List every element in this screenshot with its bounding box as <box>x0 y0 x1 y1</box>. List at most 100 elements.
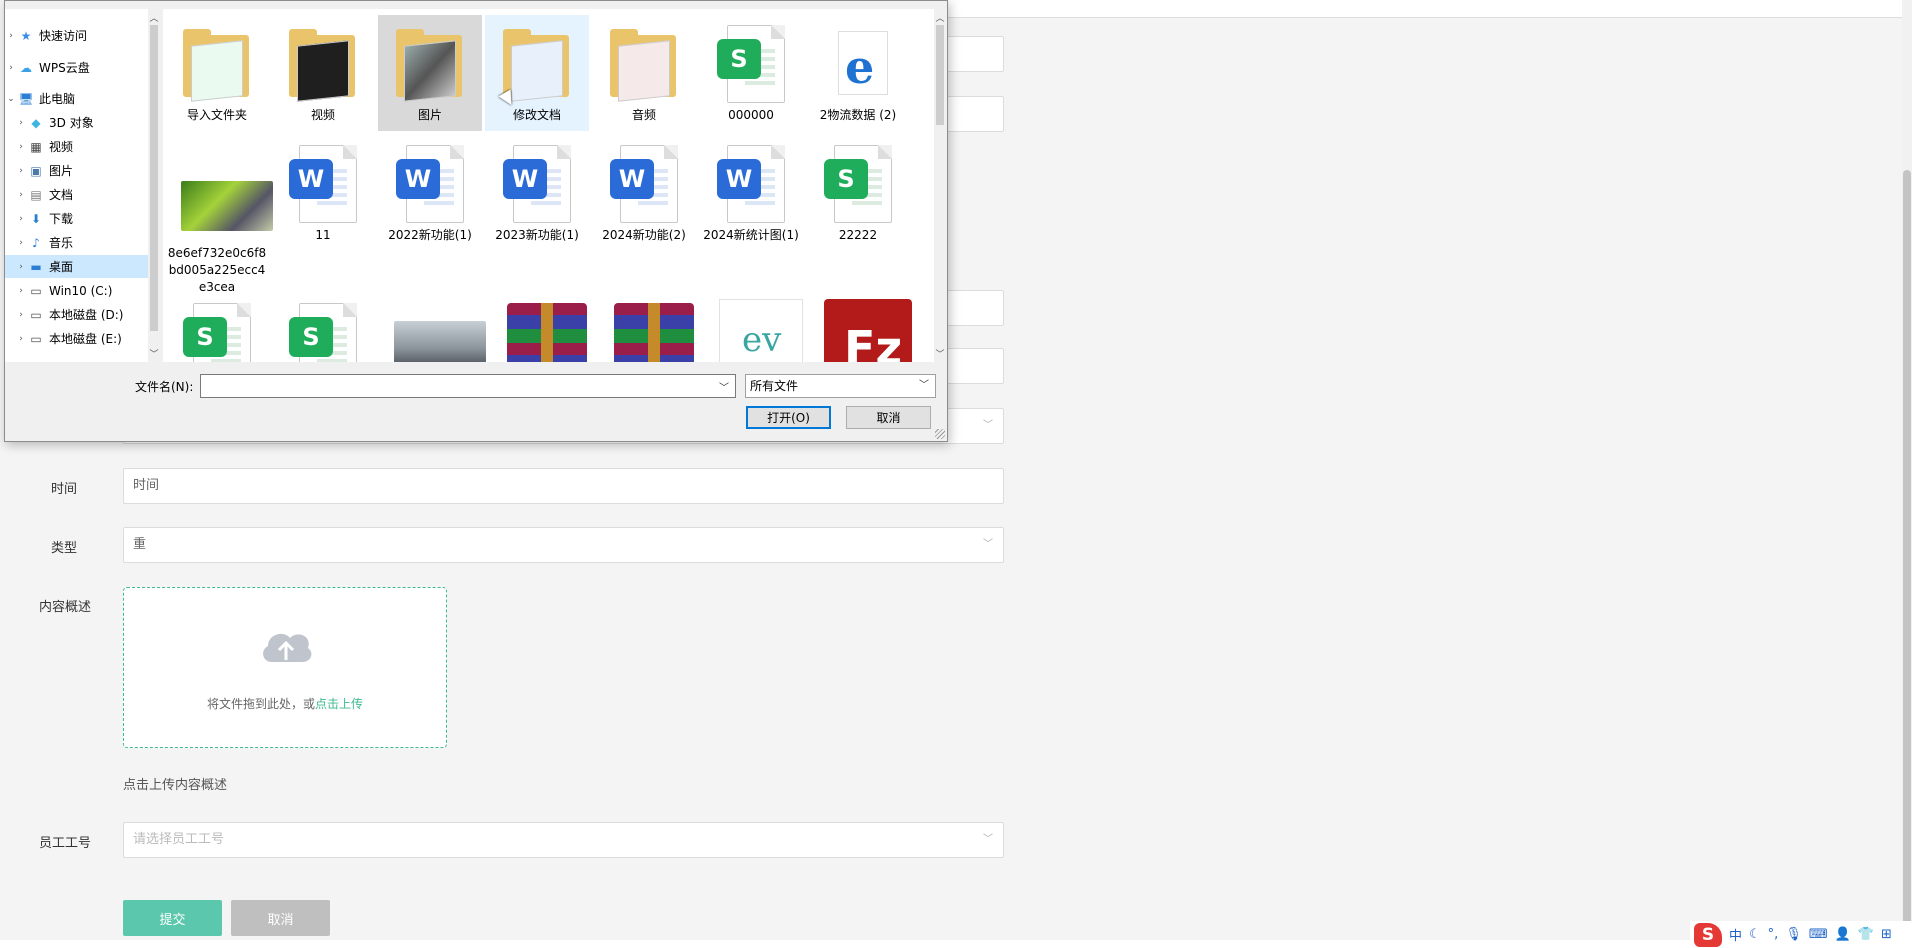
file-item-2022-features[interactable]: W 2022新功能(1) <box>378 135 482 255</box>
nav-item-drive-c[interactable]: › ▭ Win10 (C:) <box>5 279 148 302</box>
form-input-2[interactable] <box>946 96 1004 132</box>
chevron-down-icon[interactable]: ﹀ <box>919 375 929 397</box>
microphone-icon[interactable]: 🎙 <box>1785 927 1802 942</box>
chevron-right-icon[interactable]: › <box>5 63 17 73</box>
chevron-right-icon[interactable]: › <box>15 142 27 152</box>
time-label: 时间 <box>51 482 78 497</box>
form-cancel-button[interactable]: 取消 <box>231 900 330 936</box>
file-list-scroll-thumb[interactable] <box>936 25 944 125</box>
file-item-videos-folder[interactable]: 视频 <box>271 15 375 131</box>
filetype-select[interactable]: 所有文件 ﹀ <box>745 374 936 398</box>
nav-item-drive-d[interactable]: › ▭ 本地磁盘 (D:) <box>5 303 148 326</box>
file-item-000000[interactable]: S 000000 <box>699 15 803 131</box>
time-input[interactable]: 时间 <box>123 468 1004 504</box>
scroll-down-icon[interactable]: ﹀ <box>148 347 160 360</box>
nav-item-videos[interactable]: › ▦ 视频 <box>5 135 148 158</box>
word-badge: W <box>717 159 761 199</box>
upload-link[interactable]: 点击上传 <box>315 697 363 711</box>
nav-scrollbar[interactable]: ︿ ﹀ <box>148 9 160 362</box>
submit-button[interactable]: 提交 <box>123 900 222 936</box>
chevron-right-icon[interactable]: › <box>15 286 27 296</box>
file-item-filezilla[interactable]: Fz <box>806 293 912 362</box>
nav-item-downloads[interactable]: › ⬇ 下载 <box>5 207 148 230</box>
drive-icon: ▭ <box>30 331 42 346</box>
chevron-right-icon[interactable]: › <box>15 310 27 320</box>
punctuation-icon[interactable]: °, <box>1768 927 1779 942</box>
nav-item-music[interactable]: › ♪ 音乐 <box>5 231 148 254</box>
filezilla-letters: Fz <box>844 321 903 362</box>
file-item-pictures-folder[interactable]: 图片 <box>378 15 482 131</box>
spreadsheet-icon: S <box>283 299 363 362</box>
chevron-right-icon[interactable]: › <box>15 238 27 248</box>
file-name: 2024新功能(2) <box>602 228 686 242</box>
nav-item-this-pc[interactable]: ⌄ 🖥 此电脑 <box>5 87 148 110</box>
nav-item-documents[interactable]: › ▤ 文档 <box>5 183 148 206</box>
folder-icon <box>283 21 363 107</box>
chevron-right-icon[interactable]: › <box>15 166 27 176</box>
nav-scroll-thumb[interactable] <box>150 25 158 331</box>
page-top-strip <box>946 0 1912 18</box>
user-icon[interactable]: 👤 <box>1835 927 1851 942</box>
edge-letter: e <box>845 40 875 94</box>
upload-hint: 点击上传内容概述 <box>123 778 228 793</box>
resize-grip[interactable] <box>935 429 945 439</box>
page-scrollbar[interactable] <box>1902 0 1912 948</box>
nav-item-3d-objects[interactable]: › ◆ 3D 对象 <box>5 111 148 134</box>
file-item-logistics-data[interactable]: e 2物流数据 (2) <box>806 15 910 131</box>
nav-item-label: 文档 <box>49 188 74 202</box>
chevron-right-icon[interactable]: › <box>15 214 27 224</box>
chevron-right-icon[interactable]: › <box>5 31 17 41</box>
file-item-2024-stats-chart[interactable]: W 2024新统计图(1) <box>699 135 803 255</box>
image-icon: ▣ <box>30 163 42 178</box>
file-item-app-logo[interactable]: ev <box>699 293 803 362</box>
winrar-archive-icon <box>497 299 587 362</box>
chevron-right-icon[interactable]: › <box>15 334 27 344</box>
chevron-down-icon[interactable]: ﹀ <box>719 379 729 394</box>
chevron-down-icon[interactable]: ⌄ <box>5 94 17 104</box>
employee-select[interactable]: 请选择员工工号 ﹀ <box>123 822 1004 858</box>
file-item-edit-docs-folder[interactable]: 修改文档 <box>485 15 589 131</box>
file-item-rar-archive-a[interactable] <box>485 293 589 362</box>
file-item-spreadsheet-a[interactable]: S <box>165 293 269 362</box>
nav-item-wps-cloud[interactable]: › ☁ WPS云盘 <box>5 56 148 79</box>
chevron-right-icon[interactable]: › <box>15 262 27 272</box>
nav-item-desktop[interactable]: › ▬ 桌面 <box>5 255 148 278</box>
file-item-image-8e6ef[interactable]: 8e6ef732e0c6f8bd005a225ecc4e3cea <box>165 135 273 294</box>
chevron-right-icon[interactable]: › <box>15 190 27 200</box>
nav-item-pictures[interactable]: › ▣ 图片 <box>5 159 148 182</box>
file-item-22222[interactable]: S 22222 <box>806 135 910 255</box>
page-scroll-thumb[interactable] <box>1903 170 1911 930</box>
form-input-1[interactable] <box>946 36 1004 72</box>
form-input-3[interactable] <box>946 290 1004 326</box>
file-item-rar-archive-b[interactable] <box>592 293 696 362</box>
type-select[interactable]: 重 ﹀ <box>123 527 1004 563</box>
file-item-2023-features[interactable]: W 2023新功能(1) <box>485 135 589 255</box>
chevron-right-icon[interactable]: › <box>15 118 27 128</box>
file-item-11[interactable]: W 11 <box>271 135 375 255</box>
file-item-car-image[interactable] <box>378 293 486 362</box>
sogou-ime-icon[interactable]: S <box>1694 922 1722 947</box>
nav-item-quick-access[interactable]: › ★ 快速访问 <box>5 24 148 47</box>
nav-item-label: 图片 <box>49 164 74 178</box>
ime-lang-indicator[interactable]: 中 <box>1729 925 1742 944</box>
scroll-up-icon[interactable]: ︿ <box>934 11 946 24</box>
file-item-import-folder[interactable]: 导入文件夹 <box>165 15 269 131</box>
file-item-spreadsheet-b[interactable]: S <box>271 293 375 362</box>
shirt-icon[interactable]: 👕 <box>1858 927 1874 942</box>
scroll-up-icon[interactable]: ︿ <box>148 11 160 24</box>
grid-icon[interactable]: ⊞ <box>1881 927 1892 942</box>
form-input-4[interactable] <box>946 348 1004 384</box>
file-item-2024-features[interactable]: W 2024新功能(2) <box>592 135 696 255</box>
open-button[interactable]: 打开(O) <box>746 406 831 429</box>
filename-input[interactable]: ﹀ <box>200 374 736 398</box>
cloud-icon: ☁ <box>20 60 32 75</box>
nav-item-drive-e[interactable]: › ▭ 本地磁盘 (E:) <box>5 327 148 350</box>
file-item-audio-folder[interactable]: 音频 <box>592 15 696 131</box>
keyboard-icon[interactable]: ⌨ <box>1809 927 1828 942</box>
scroll-down-icon[interactable]: ﹀ <box>934 347 946 360</box>
folder-icon <box>604 21 684 107</box>
dialog-cancel-button[interactable]: 取消 <box>846 406 931 429</box>
upload-dropzone[interactable]: 将文件拖到此处，或点击上传 <box>123 587 447 748</box>
moon-icon[interactable]: ☾ <box>1749 927 1761 942</box>
file-list-scrollbar[interactable]: ︿ ﹀ <box>934 9 946 362</box>
